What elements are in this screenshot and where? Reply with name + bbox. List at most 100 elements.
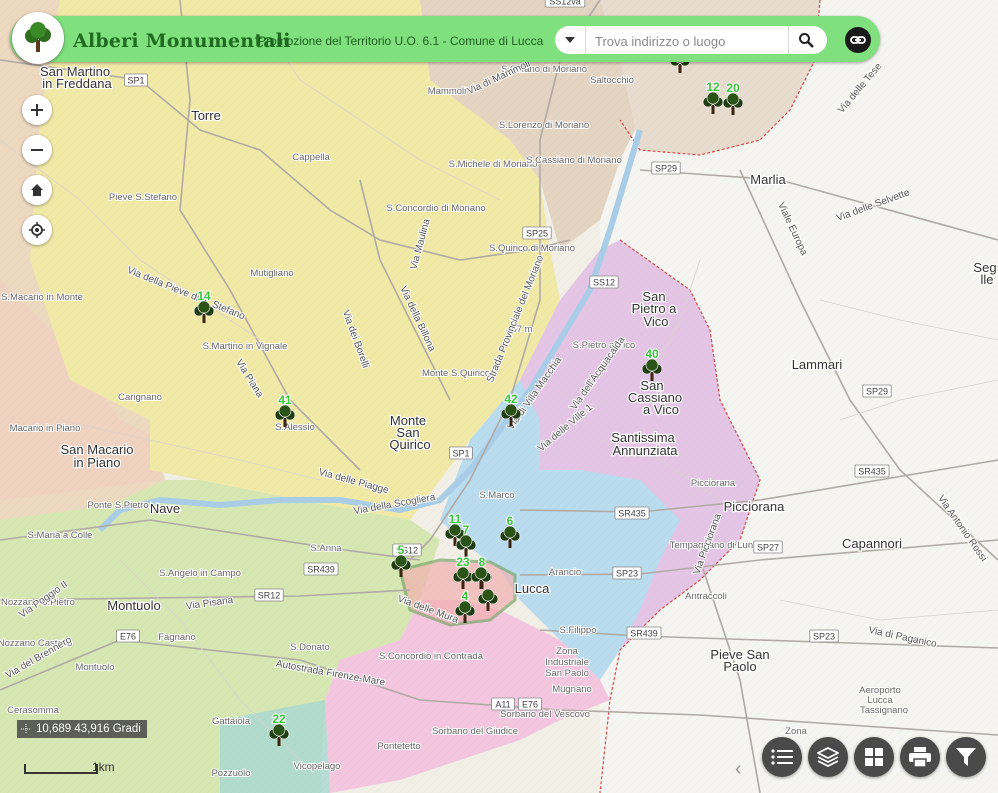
legend-button[interactable] bbox=[762, 737, 802, 777]
road-shield-label: A11 bbox=[495, 700, 510, 710]
road-shield: SS12va bbox=[544, 0, 586, 8]
tree-marker-label: 6 bbox=[507, 514, 514, 528]
road-shield: SP1 bbox=[124, 73, 148, 87]
grid-icon bbox=[865, 748, 883, 766]
road-shield-label: E76 bbox=[522, 700, 538, 710]
road-shield-label: SR439 bbox=[307, 565, 335, 575]
road-shield: SP1 bbox=[449, 446, 473, 460]
road-shield-label: SP1 bbox=[452, 449, 469, 459]
locality-label: Macario in Piano bbox=[10, 423, 81, 434]
locality-label: S.Angelo in Campo bbox=[159, 568, 241, 579]
road-shield-label: SR435 bbox=[618, 509, 646, 519]
road-shield: SP29 bbox=[651, 161, 681, 175]
road-shield-label: SS12va bbox=[549, 0, 581, 7]
home-button[interactable] bbox=[22, 175, 52, 205]
locality-label: S.Macario in Monte bbox=[1, 292, 83, 303]
road-shield: SP23 bbox=[809, 629, 839, 643]
layers-button[interactable] bbox=[808, 737, 848, 777]
place-label: Torre bbox=[191, 108, 221, 123]
scale-bar bbox=[24, 764, 98, 774]
locality-label: Arancio bbox=[549, 567, 581, 578]
locality-label: S.Alessio bbox=[275, 422, 315, 433]
road-shield: SP27 bbox=[753, 540, 783, 554]
place-label: Lucca bbox=[515, 581, 550, 596]
locality-label: Mutigliano bbox=[250, 268, 293, 279]
locality-label: Fagnano bbox=[158, 632, 196, 643]
tree-marker-label: 22 bbox=[272, 712, 286, 726]
place-label: Lammari bbox=[792, 357, 843, 372]
basemap-gallery-button[interactable] bbox=[854, 737, 894, 777]
locality-label: S.Filippo bbox=[560, 625, 597, 636]
road-shield-label: SP23 bbox=[813, 632, 835, 642]
locality-label: Pieve S.Stefano bbox=[109, 192, 177, 203]
place-label: Annunziata bbox=[612, 443, 678, 458]
app-subtitle: Promozione del Territorio U.O. 6.1 - Com… bbox=[258, 34, 544, 48]
place-label: Vico bbox=[643, 314, 668, 329]
locality-label: Sorbano del Giudice bbox=[432, 726, 518, 737]
locality-label: San Paolo bbox=[545, 668, 589, 679]
tree-icon bbox=[25, 22, 51, 52]
print-button[interactable] bbox=[900, 737, 940, 777]
locality-label: S.Marco bbox=[479, 490, 514, 501]
road-shield-label: SP25 bbox=[526, 229, 548, 239]
scale-label: 1km bbox=[92, 760, 115, 774]
list-icon bbox=[771, 749, 793, 765]
place-label: Nave bbox=[150, 501, 180, 516]
app-logo[interactable] bbox=[12, 12, 64, 64]
tree-marker-label: 23 bbox=[456, 555, 470, 569]
coordinates-readout[interactable]: 10,689 43,916 Gradi bbox=[17, 720, 147, 738]
place-label: Marlia bbox=[750, 172, 786, 187]
plus-icon bbox=[31, 104, 43, 116]
locality-label: Cerasomma bbox=[7, 705, 59, 716]
locality-label: S.Michele di Moriano bbox=[449, 159, 538, 170]
search-button[interactable] bbox=[788, 26, 823, 54]
place-label: in Freddana bbox=[42, 76, 112, 91]
road-shield-label: SR12 bbox=[258, 591, 281, 601]
locality-label: Cappella bbox=[292, 152, 330, 163]
locality-label: Mugnano bbox=[552, 684, 592, 695]
filter-button[interactable] bbox=[946, 737, 986, 777]
search-source-dropdown[interactable] bbox=[555, 26, 586, 54]
tree-marker-label: 5 bbox=[398, 543, 405, 557]
road-shield-label: SP27 bbox=[757, 543, 779, 553]
road-shield: SR435 bbox=[614, 506, 650, 520]
locality-label: Antraccoli bbox=[685, 591, 727, 602]
link-icon bbox=[850, 36, 866, 44]
map-canvas[interactable]: San Martinoin FreddanaTorreMarliaSanPiet… bbox=[0, 0, 998, 793]
place-label: Paolo bbox=[723, 659, 756, 674]
chevron-left-icon[interactable]: ‹ bbox=[735, 758, 742, 781]
print-icon bbox=[909, 747, 931, 767]
locality-label: S.Quirico di Moriano bbox=[489, 243, 575, 254]
tree-marker-label: 40 bbox=[645, 347, 659, 361]
tree-marker-label: 12 bbox=[706, 80, 720, 94]
tree-marker-label: 42 bbox=[504, 392, 518, 406]
tree-marker-label: 41 bbox=[278, 393, 292, 407]
locality-label: Pozzuolo bbox=[211, 768, 250, 779]
locality-label: Zona bbox=[556, 646, 578, 657]
locate-button[interactable] bbox=[22, 215, 52, 245]
road-shield: SS12 bbox=[589, 275, 619, 289]
road-shield: SR439 bbox=[303, 562, 339, 576]
place-label: Quirico bbox=[389, 437, 430, 452]
locality-label: Carignano bbox=[118, 392, 162, 403]
search-input[interactable] bbox=[593, 30, 787, 52]
place-label: Montuolo bbox=[107, 598, 160, 613]
zoom-out-button[interactable] bbox=[22, 135, 52, 165]
road-shield: SP25 bbox=[522, 226, 552, 240]
tree-marker-label: 11 bbox=[449, 512, 462, 526]
road-shield-label: SR439 bbox=[630, 629, 658, 639]
locality-label: Saltocchio bbox=[590, 75, 634, 86]
filter-icon bbox=[956, 748, 976, 766]
locality-label: Mammoli bbox=[428, 86, 467, 97]
tree-marker-label: 4 bbox=[462, 589, 469, 603]
zoom-in-button[interactable] bbox=[22, 95, 52, 125]
locality-label: Pontetetto bbox=[377, 741, 420, 752]
road-shield-label: SP23 bbox=[616, 569, 638, 579]
locality-label: Vicopelago bbox=[294, 761, 341, 772]
share-link-button[interactable] bbox=[845, 27, 871, 53]
road-shield-label: SS12 bbox=[593, 278, 615, 288]
locality-label: Ponte S.Pietro bbox=[87, 500, 148, 511]
road-shield: SR12 bbox=[254, 588, 284, 602]
layers-icon bbox=[817, 747, 839, 767]
place-label: lle bbox=[980, 272, 993, 287]
